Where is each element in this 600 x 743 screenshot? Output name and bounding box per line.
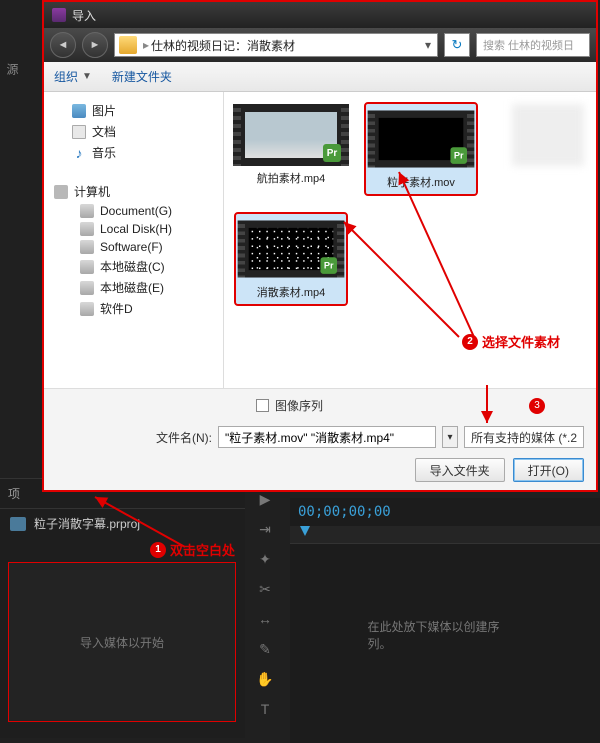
project-item[interactable]: 粒子消散字幕.prproj (0, 509, 245, 538)
file-item[interactable]: Pr 粒子素材.mov (366, 104, 476, 194)
import-dialog: 导入 ◄ ► ▸ 仕林的视频日记：消散素材 ▾ ↻ 搜索 仕林的视频日 组织 ▼… (42, 0, 598, 492)
file-name: 航拍素材.mp4 (257, 170, 325, 186)
tree-drive[interactable]: Document(G) (44, 202, 223, 220)
selection-tool-icon[interactable]: ▶ (256, 490, 274, 508)
file-item[interactable]: Pr 消散素材.mp4 (236, 214, 346, 304)
slip-tool-icon[interactable]: ↔ (256, 610, 274, 628)
file-thumbnail: Pr (375, 110, 467, 167)
file-name: 粒子素材.mov (387, 174, 455, 190)
forward-button[interactable]: ► (82, 32, 108, 58)
file-blurred (512, 104, 584, 166)
premiere-badge-icon: Pr (323, 144, 341, 162)
drive-icon (80, 302, 94, 316)
annotation-badge-3: 3 (529, 398, 545, 414)
drive-icon (80, 222, 94, 236)
back-button[interactable]: ◄ (50, 32, 76, 58)
folder-tree: 图片 文档 ♪音乐 计算机 Document(G) Local Disk(H) … (44, 92, 224, 388)
drive-icon (80, 260, 94, 274)
timecode[interactable]: 00;00;00;00 (290, 498, 600, 526)
computer-icon (54, 185, 68, 199)
new-folder-button[interactable]: 新建文件夹 (112, 68, 172, 85)
tree-drive[interactable]: Software(F) (44, 238, 223, 256)
music-icon: ♪ (72, 146, 86, 160)
annotation-badge-2: 2 (462, 334, 478, 350)
project-icon (10, 517, 26, 531)
file-thumbnail: Pr (241, 104, 341, 166)
tree-computer[interactable]: 计算机 (44, 181, 223, 202)
ripple-tool-icon[interactable]: ✦ (256, 550, 274, 568)
tree-pictures[interactable]: 图片 (44, 100, 223, 121)
file-item[interactable]: Pr 航拍素材.mp4 (236, 104, 346, 194)
pictures-icon (72, 104, 86, 118)
drive-icon (80, 204, 94, 218)
chevron-down-icon: ▼ (82, 71, 92, 82)
premiere-badge-icon: Pr (320, 257, 337, 274)
filename-dropdown[interactable]: ▾ (442, 426, 458, 448)
image-sequence-label: 图像序列 (275, 397, 323, 414)
timeline-placeholder: 在此处放下媒体以创建序列。 (368, 618, 523, 652)
playhead-icon[interactable] (300, 526, 310, 536)
image-sequence-checkbox[interactable] (256, 399, 269, 412)
track-select-tool-icon[interactable]: ⇥ (256, 520, 274, 538)
timeline-tools: ▶ ⇥ ✦ ✂ ↔ ✎ ✋ T (250, 490, 280, 718)
path-dropdown-icon[interactable]: ▾ (419, 38, 437, 52)
file-name: 消散素材.mp4 (257, 284, 325, 300)
import-folder-button[interactable]: 导入文件夹 (415, 458, 505, 482)
tree-drive[interactable]: 本地磁盘(E) (44, 277, 223, 298)
drive-icon (80, 240, 94, 254)
drive-icon (80, 281, 94, 295)
tree-music[interactable]: ♪音乐 (44, 142, 223, 163)
organize-menu[interactable]: 组织 ▼ (54, 68, 92, 85)
file-browser[interactable]: Pr 航拍素材.mp4 Pr 粒子素材.mov Pr 消散素材.mp4 (224, 92, 596, 388)
hand-tool-icon[interactable]: ✋ (256, 670, 274, 688)
dialog-title: 导入 (72, 7, 96, 24)
razor-tool-icon[interactable]: ✂ (256, 580, 274, 598)
file-thumbnail: Pr (245, 220, 337, 277)
tree-documents[interactable]: 文档 (44, 121, 223, 142)
tree-drive[interactable]: 本地磁盘(C) (44, 256, 223, 277)
path-breadcrumb[interactable]: ▸ 仕林的视频日记：消散素材 ▾ (114, 33, 438, 57)
navbar: ◄ ► ▸ 仕林的视频日记：消散素材 ▾ ↻ 搜索 仕林的视频日 (44, 28, 596, 62)
path-text: 仕林的视频日记：消散素材 (151, 37, 295, 54)
type-tool-icon[interactable]: T (256, 700, 274, 718)
premiere-badge-icon: Pr (450, 147, 467, 164)
dialog-toolbar: 组织 ▼ 新建文件夹 (44, 62, 596, 92)
project-filename: 粒子消散字幕.prproj (34, 515, 140, 532)
app-icon (52, 8, 66, 22)
source-tab[interactable]: 源 (0, 55, 25, 83)
refresh-button[interactable]: ↻ (444, 33, 470, 57)
filetype-select[interactable]: 所有支持的媒体 (*.2 (464, 426, 584, 448)
filename-label: 文件名(N): (156, 429, 212, 446)
folder-icon (119, 36, 137, 54)
titlebar: 导入 (44, 2, 596, 28)
annotation-2-text: 选择文件素材 (482, 332, 560, 351)
tree-drive[interactable]: Local Disk(H) (44, 220, 223, 238)
dialog-bottom: 图像序列 3 文件名(N): ▾ 所有支持的媒体 (*.2 导入文件夹 (44, 388, 596, 490)
timeline-panel: 00;00;00;00 在此处放下媒体以创建序列。 (290, 498, 600, 743)
media-drop-zone[interactable]: 导入媒体以开始 (8, 562, 236, 722)
tree-drive[interactable]: 软件D (44, 298, 223, 319)
drop-placeholder-text: 导入媒体以开始 (80, 634, 164, 651)
filename-input[interactable] (218, 426, 436, 448)
timeline-ruler[interactable] (290, 526, 600, 544)
documents-icon (72, 125, 86, 139)
open-button[interactable]: 打开(O) (513, 458, 584, 482)
search-input[interactable]: 搜索 仕林的视频日 (476, 33, 590, 57)
pen-tool-icon[interactable]: ✎ (256, 640, 274, 658)
